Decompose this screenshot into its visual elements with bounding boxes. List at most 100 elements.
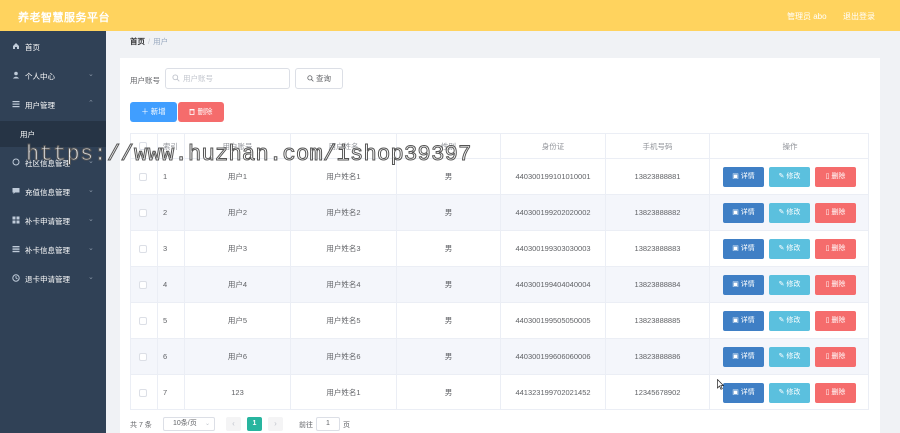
clock-icon [12,274,20,282]
chevron-right-icon: › [274,419,277,428]
detail-button-label: 详情 [740,389,755,396]
sidebar-item-reissue-info[interactable]: 补卡信息管理 ⌄ [0,235,106,264]
edit-button[interactable]: ✎ 修改 [769,347,810,367]
search-icon [172,74,180,82]
row-checkbox[interactable] [139,245,147,253]
detail-button-label: 详情 [740,353,755,360]
grid-icon [12,216,20,224]
edit-button-label: 修改 [786,281,801,288]
admin-label: 管理员 abo [787,12,827,21]
header-operations: 操作 [782,142,798,151]
search-field[interactable] [165,68,290,89]
sidebar-item-label: 社区信息管理 [25,159,70,168]
breadcrumb: 首页 / 用户 [130,36,168,47]
edit-button[interactable]: ✎ 修改 [769,239,810,259]
goto-label: 前往 [299,422,313,429]
sidebar-item-community[interactable]: 社区信息管理 ⌄ [0,148,106,177]
grid-icon [12,245,20,253]
row-checkbox[interactable] [139,209,147,217]
cell-sex: 男 [397,339,501,375]
edit-button-label: 修改 [786,353,801,360]
sidebar-item-label: 用户管理 [25,101,55,110]
edit-button[interactable]: ✎ 修改 [769,383,810,403]
sidebar-item-label: 充值信息管理 [25,188,70,197]
delete-button[interactable]: ▯ 删除 [815,203,856,223]
query-button[interactable]: 查询 [295,68,343,89]
cell-id-card: 440300199606060006 [501,339,606,375]
trash-icon [189,107,197,116]
row-checkbox[interactable] [139,353,147,361]
header-sex: 性别 [397,134,501,159]
detail-button-label: 详情 [740,245,755,252]
sidebar-subitem-users[interactable]: 用户 [0,121,106,147]
search-input[interactable] [183,72,283,85]
table-row: 1 用户1 用户姓名1 男 440300199101010001 13823888881 ▣… [131,159,868,195]
list-icon [12,100,20,108]
sidebar-item-label: 补卡申请管理 [25,217,70,226]
row-checkbox[interactable] [139,389,147,397]
detail-button[interactable]: ▣ 详情 [723,311,764,331]
delete-button[interactable]: ▯ 删除 [815,383,856,403]
cell-name: 用户姓名1 [291,159,397,195]
cell-id-card: 440300199303030003 [501,231,606,267]
cell-account: 用户2 [185,195,291,231]
row-checkbox[interactable] [139,173,147,181]
cell-index: 2 [158,195,185,231]
sidebar-item-user-mgmt[interactable]: 用户管理 ⌃ [0,90,106,119]
detail-button[interactable]: ▣ 详情 [723,347,764,367]
row-checkbox[interactable] [139,281,147,289]
row-checkbox-cell [131,231,158,267]
delete-button[interactable]: ▯ 删除 [815,347,856,367]
detail-button[interactable]: ▣ 详情 [723,275,764,295]
select-all-checkbox[interactable] [139,142,147,150]
sidebar-item-reissue-apply[interactable]: 补卡申请管理 ⌄ [0,206,106,235]
header-account: 用户账号 [185,134,291,159]
sidebar-item-card-return[interactable]: 退卡申请管理 ⌄ [0,264,106,293]
cell-id-card: 440300199505050005 [501,303,606,339]
sidebar-item-profile[interactable]: 个人中心 ⌄ [0,61,106,90]
cell-phone: 13823888883 [606,231,710,267]
sidebar-item-label: 首页 [25,43,40,52]
delete-button[interactable]: ▯ 删除 [815,239,856,259]
delete-button[interactable]: ▯ 删除 [815,275,856,295]
delete-button[interactable]: ▯ 删除 [815,311,856,331]
edit-button[interactable]: ✎ 修改 [769,167,810,187]
detail-button[interactable]: ▣ 详情 [723,203,764,223]
logout-link[interactable]: 退出登录 [843,11,875,22]
header-index: 索引 [158,134,185,159]
cell-name: 用户姓名3 [291,231,397,267]
batch-delete-button[interactable]: 删除 [178,102,224,122]
detail-button[interactable]: ▣ 详情 [723,239,764,259]
search-label: 用户账号 [130,76,160,85]
detail-button[interactable]: ▣ 详情 [723,167,764,187]
plus-icon: ＋ [141,107,149,116]
detail-button[interactable]: ▣ 详情 [723,383,764,403]
row-checkbox[interactable] [139,317,147,325]
current-page-button[interactable]: 1 [247,417,262,431]
breadcrumb-home[interactable]: 首页 [130,37,145,46]
home-icon [12,42,20,50]
edit-button[interactable]: ✎ 修改 [769,275,810,295]
sidebar-item-home[interactable]: 首页 [0,32,106,61]
page-size-select[interactable]: 10条/页 ⌄ [163,417,215,431]
cell-id-card: 440300199202020002 [501,195,606,231]
cell-name: 用户姓名2 [291,195,397,231]
goto-page-input[interactable]: 1 [316,417,340,431]
sidebar-item-recharge[interactable]: 充值信息管理 ⌄ [0,177,106,206]
detail-button-label: 详情 [740,317,755,324]
detail-button-label: 详情 [740,281,755,288]
detail-button-label: 详情 [740,209,755,216]
delete-button[interactable]: ▯ 删除 [815,167,856,187]
user-table: 索引 用户账号 用户姓名 性别 身份证 手机号码 操作 1 用户1 用户姓名1 男 44… [130,133,869,410]
edit-button[interactable]: ✎ 修改 [769,311,810,331]
prev-page-button[interactable]: ‹ [226,417,241,431]
delete-button-label: 删除 [831,353,846,360]
sidebar-item-label: 补卡信息管理 [25,246,70,255]
edit-button[interactable]: ✎ 修改 [769,203,810,223]
header-phone: 手机号码 [606,134,710,159]
page-size-value: 10条/页 [173,420,197,427]
add-button[interactable]: ＋ 新增 [130,102,177,122]
table-row: 7 123 用户姓名1 男 441323199702021452 12345678902 ▣… [131,375,868,409]
next-page-button[interactable]: › [268,417,283,431]
table-row: 4 用户4 用户姓名4 男 440300199404040004 13823888884 ▣… [131,267,868,303]
